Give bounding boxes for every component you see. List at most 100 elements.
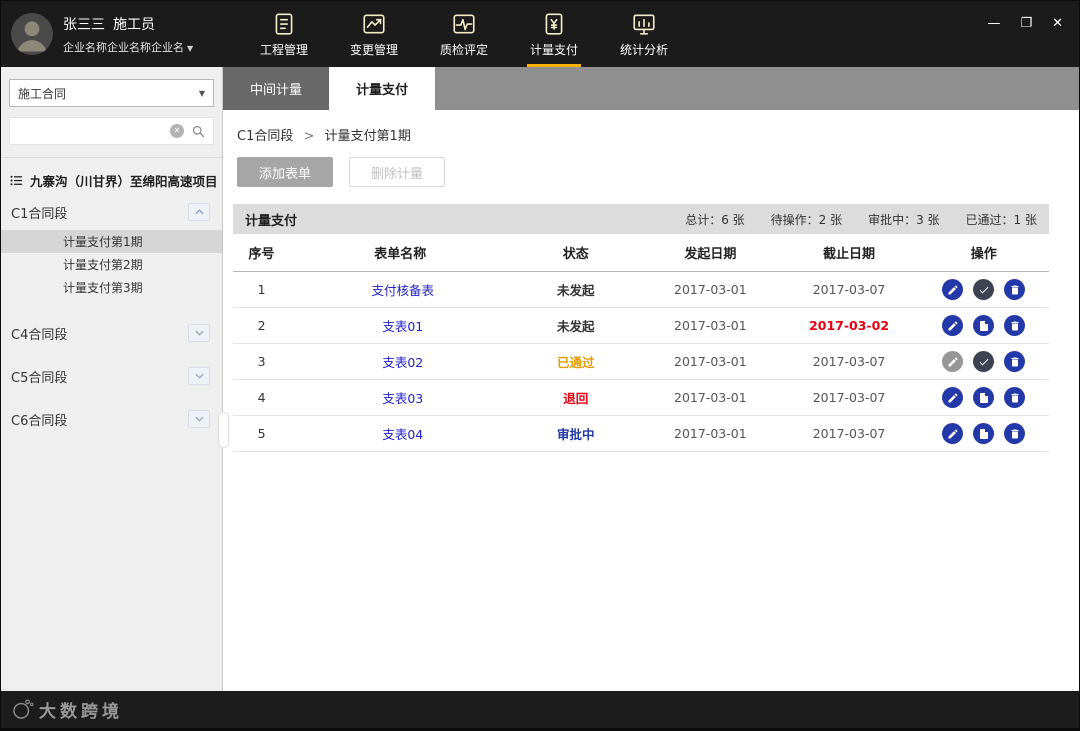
end-date-cell: 2017-03-07 xyxy=(779,343,919,380)
tab-measure-payment[interactable]: 计量支付 xyxy=(329,67,435,110)
tab-strip: 中间计量 计量支付 xyxy=(223,67,1079,110)
contract-node-c6[interactable]: C6合同段 xyxy=(1,401,222,437)
divider xyxy=(1,157,222,158)
footer: 大数跨境 xyxy=(1,691,1079,728)
edit-button[interactable] xyxy=(942,387,964,408)
add-form-button[interactable]: 添加表单 xyxy=(237,157,333,187)
approve-button[interactable] xyxy=(973,351,995,372)
form-link[interactable]: 支付核备表 xyxy=(372,283,435,298)
list-icon xyxy=(9,173,24,188)
clear-icon[interactable]: ✕ xyxy=(170,124,184,138)
quality-inspection-icon xyxy=(451,11,477,37)
table-row: 2 支表01 未发起 2017-03-01 2017-03-02 xyxy=(233,307,1049,344)
payment-period-item-1[interactable]: 计量支付第1期 xyxy=(1,230,222,253)
edit-button[interactable] xyxy=(942,315,964,336)
submit-button[interactable] xyxy=(973,315,995,336)
expand-icon[interactable] xyxy=(188,324,210,342)
search-icon[interactable] xyxy=(191,124,206,139)
table-row: 4 支表03 退回 2017-03-01 2017-03-07 xyxy=(233,379,1049,416)
payment-table: 序号 表单名称 状态 发起日期 截止日期 操作 1 支付核备表 未发起 2017-03-01 20… xyxy=(233,234,1049,452)
submit-button[interactable] xyxy=(973,387,995,408)
contract-node-c5[interactable]: C5合同段 xyxy=(1,358,222,394)
table-row: 3 支表02 已通过 2017-03-01 2017-03-07 xyxy=(233,343,1049,380)
restore-button[interactable]: ❐ xyxy=(1020,16,1032,32)
form-link[interactable]: 支表02 xyxy=(382,355,423,370)
nav-change-management[interactable]: 变更管理 xyxy=(338,1,410,67)
end-date-cell: 2017-03-07 xyxy=(779,271,919,308)
dropdown-caret-icon: ▼ xyxy=(198,88,205,98)
measurement-payment-icon xyxy=(541,11,567,37)
form-link[interactable]: 支表04 xyxy=(382,427,423,442)
submit-icon xyxy=(979,428,988,439)
tab-intermediate-measure[interactable]: 中间计量 xyxy=(223,67,329,110)
contract-node-c1[interactable]: C1合同段 xyxy=(1,194,222,230)
minimize-button[interactable]: — xyxy=(987,16,1000,32)
close-button[interactable]: ✕ xyxy=(1052,16,1063,32)
breadcrumb-parent[interactable]: C1合同段 xyxy=(237,129,293,144)
delete-button[interactable] xyxy=(1004,423,1026,444)
nav-label: 变更管理 xyxy=(349,42,398,57)
contract-children: 计量支付第1期 计量支付第2期 计量支付第3期 xyxy=(1,230,222,299)
search-input[interactable] xyxy=(17,123,170,139)
sidebar-resize-handle[interactable] xyxy=(218,412,229,448)
contract-node-c4[interactable]: C4合同段 xyxy=(1,315,222,351)
column-header-0: 序号 xyxy=(233,234,291,272)
delete-button[interactable] xyxy=(1004,279,1026,300)
expand-icon[interactable] xyxy=(188,367,210,385)
top-nav: 工程管理 变更管理 质检评定 计量支付 统计分析 xyxy=(239,1,689,67)
edit-icon xyxy=(948,428,958,438)
collapse-icon[interactable] xyxy=(188,203,210,221)
contract-tree: C1合同段 计量支付第1期 计量支付第2期 计量支付第3期 C4合同段 C5合同段 C6合同… xyxy=(1,194,222,437)
nav-label: 质检评定 xyxy=(439,42,488,57)
nav-project-management[interactable]: 工程管理 xyxy=(248,1,320,67)
submit-icon xyxy=(979,392,988,403)
form-name-cell: 支表04 xyxy=(290,415,511,452)
project-header[interactable]: 九寨沟（川甘界）至绵阳高速项目 xyxy=(1,171,222,190)
nav-label: 计量支付 xyxy=(529,42,578,57)
edit-button[interactable] xyxy=(942,279,964,300)
end-date-cell: 2017-03-07 xyxy=(779,379,919,416)
expand-icon[interactable] xyxy=(188,410,210,428)
delete-measure-button[interactable]: 删除计量 xyxy=(349,157,445,187)
stat-pending: 待操作：2 张 xyxy=(770,212,843,227)
stat-total: 总计：6 张 xyxy=(685,212,745,227)
delete-button[interactable] xyxy=(1004,351,1026,372)
status-cell: 审批中 xyxy=(510,415,641,452)
approve-button[interactable] xyxy=(973,279,995,300)
delete-button[interactable] xyxy=(1004,387,1026,408)
watermark-text: 大数跨境 xyxy=(39,702,123,722)
topbar: 张三三 施工员 企业名称企业名称企业名 ▼ 工程管理 变更管理 质检评定 计量支付 统计分析… xyxy=(1,1,1079,67)
column-header-1: 表单名称 xyxy=(290,234,511,272)
row-number-cell: 1 xyxy=(233,271,291,308)
nav-quality-inspection[interactable]: 质检评定 xyxy=(428,1,500,67)
submit-button[interactable] xyxy=(973,423,995,444)
form-link[interactable]: 支表01 xyxy=(382,319,423,334)
column-header-2: 状态 xyxy=(510,234,641,272)
breadcrumb-separator: > xyxy=(303,129,315,144)
end-date-cell: 2017-03-07 xyxy=(779,415,919,452)
payment-period-item-3[interactable]: 计量支付第3期 xyxy=(1,276,222,299)
company-selector[interactable]: 企业名称企业名称企业名 ▼ xyxy=(63,39,193,55)
actions-cell xyxy=(918,415,1049,452)
delete-icon xyxy=(1011,357,1019,366)
payment-period-item-2[interactable]: 计量支付第2期 xyxy=(1,253,222,276)
contract-type-select[interactable]: 施工合同 ▼ xyxy=(9,79,214,107)
form-name-cell: 支表02 xyxy=(290,343,511,380)
delete-button[interactable] xyxy=(1004,315,1026,336)
user-block[interactable]: 张三三 施工员 企业名称企业名称企业名 ▼ xyxy=(1,13,223,55)
nav-statistics-analysis[interactable]: 统计分析 xyxy=(608,1,680,67)
edit-button[interactable] xyxy=(942,351,964,372)
form-link[interactable]: 支表03 xyxy=(382,391,423,406)
start-date-cell: 2017-03-01 xyxy=(640,343,780,380)
actions-cell xyxy=(918,343,1049,380)
sidebar: 施工合同 ▼ ✕ 九寨沟（川甘界）至绵阳高速项目 C1合同段 计量支付第1期 计… xyxy=(1,67,223,691)
stat-in-approval: 审批中：3 张 xyxy=(868,212,940,227)
contract-node-label: C5合同段 xyxy=(11,370,68,386)
edit-button[interactable] xyxy=(942,423,964,444)
nav-measurement-payment[interactable]: 计量支付 xyxy=(518,1,590,67)
edit-icon xyxy=(948,320,958,330)
contract-node-label: C6合同段 xyxy=(11,413,68,429)
start-date-cell: 2017-03-01 xyxy=(640,307,780,344)
delete-icon xyxy=(1011,285,1019,294)
nav-label: 工程管理 xyxy=(259,42,308,57)
